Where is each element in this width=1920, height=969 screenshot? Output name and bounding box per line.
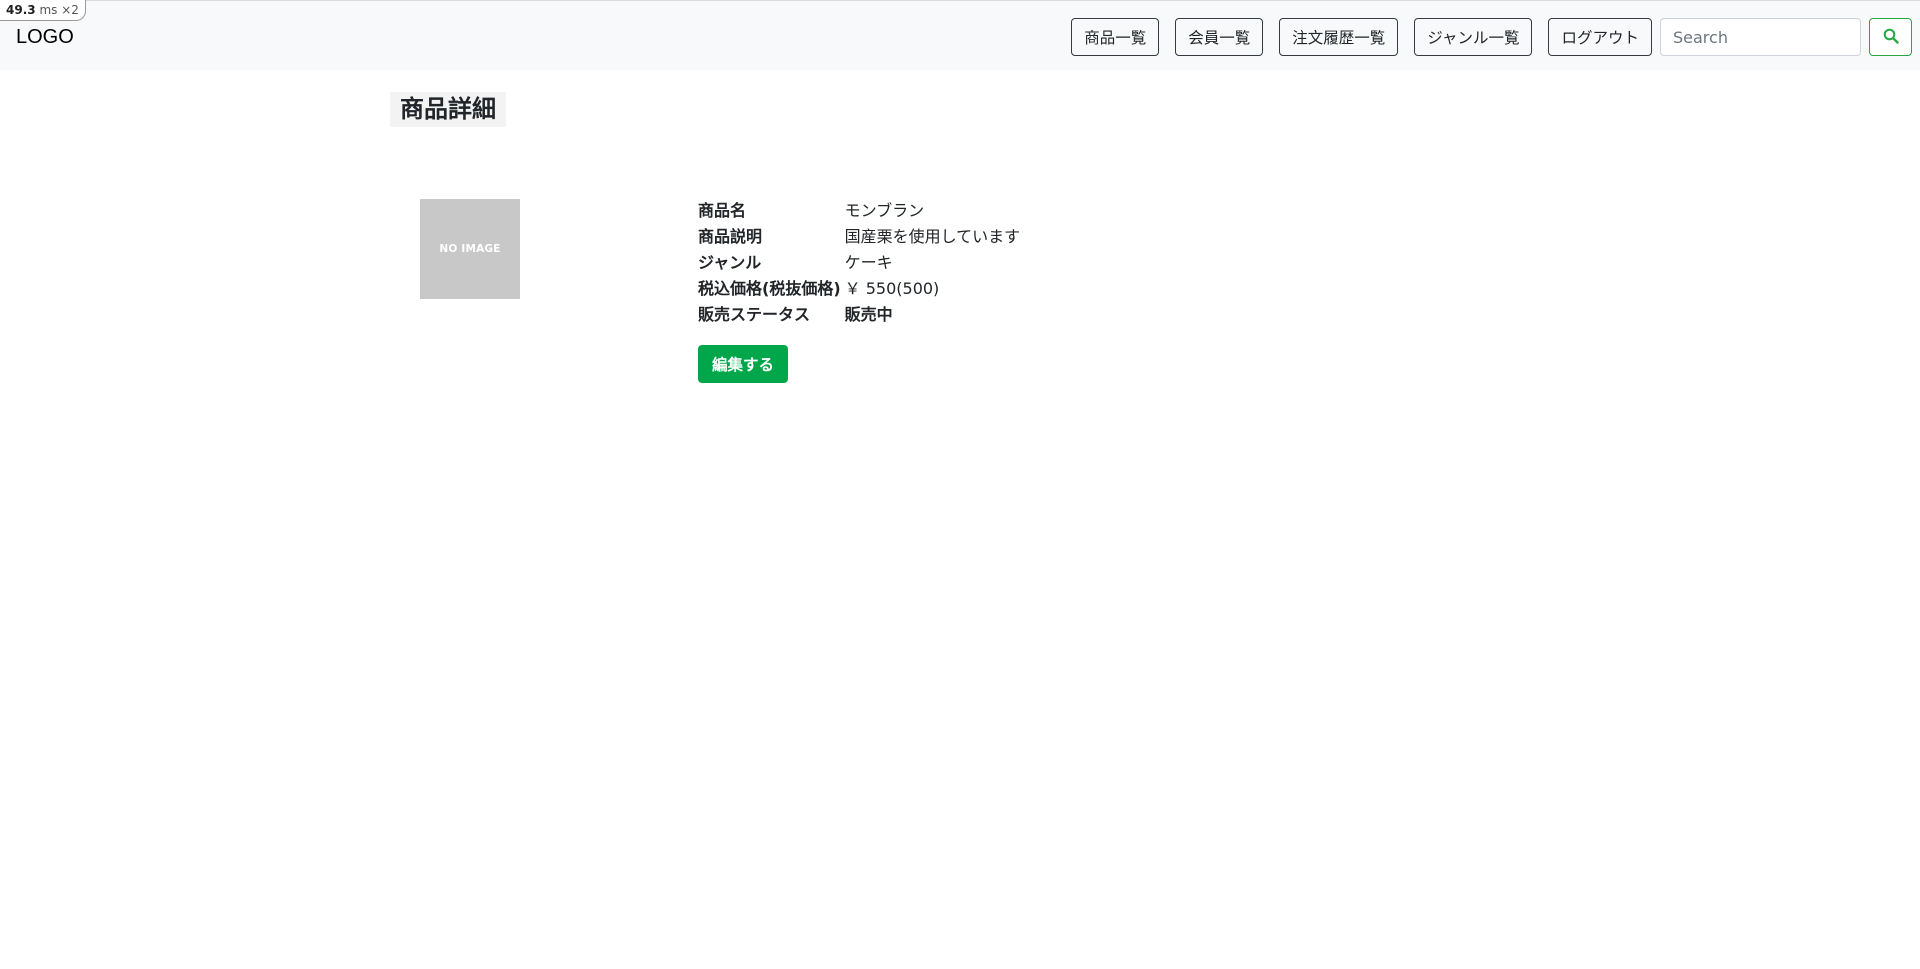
page-title: 商品詳細 [390, 92, 506, 127]
top-navbar: LOGO 商品一覧 会員一覧 注文履歴一覧 ジャンル一覧 ログアウト [0, 0, 1920, 70]
detail-value-name: モンブラン [844, 201, 925, 220]
nav-buttons: 商品一覧 会員一覧 注文履歴一覧 ジャンル一覧 ログアウト [1071, 18, 1912, 56]
detail-row-status: 販売ステータス 販売中 [698, 302, 1020, 328]
detail-value-price: ￥ 550(500) [844, 279, 940, 298]
product-image-placeholder: NO IMAGE [420, 199, 520, 299]
perf-multiplier: ×2 [61, 3, 79, 17]
detail-row-name: 商品名 モンブラン [698, 198, 1020, 224]
nav-products-button[interactable]: 商品一覧 [1071, 18, 1160, 56]
search-icon [1883, 28, 1899, 47]
perf-unit: ms [39, 3, 58, 17]
no-image-text: NO IMAGE [439, 243, 501, 255]
detail-label-status: 販売ステータス [698, 305, 811, 324]
logout-button[interactable]: ログアウト [1548, 18, 1652, 56]
detail-label-name: 商品名 [698, 201, 747, 220]
perf-value: 49.3 [6, 3, 36, 17]
nav-members-button[interactable]: 会員一覧 [1175, 18, 1264, 56]
detail-row-description: 商品説明 国産栗を使用しています [698, 224, 1020, 250]
detail-label-genre: ジャンル [698, 253, 762, 272]
perf-badge: 49.3 ms ×2 [0, 0, 86, 21]
detail-label-price: 税込価格(税抜価格) [698, 279, 841, 298]
detail-row-genre: ジャンル ケーキ [698, 250, 1020, 276]
status-badge: 販売中 [844, 305, 893, 324]
detail-value-genre: ケーキ [844, 253, 893, 272]
detail-label-description: 商品説明 [698, 227, 763, 246]
nav-order-history-button[interactable]: 注文履歴一覧 [1279, 18, 1399, 56]
product-detail-table: 商品名 モンブラン 商品説明 国産栗を使用しています ジャンル ケーキ 税込価格… [698, 198, 1020, 328]
logo-link[interactable]: LOGO [16, 25, 74, 49]
detail-value-description: 国産栗を使用しています [844, 227, 1021, 246]
edit-button[interactable]: 編集する [698, 345, 789, 383]
nav-genres-button[interactable]: ジャンル一覧 [1414, 18, 1533, 56]
detail-row-price: 税込価格(税抜価格) ￥ 550(500) [698, 276, 1020, 302]
search-button[interactable] [1869, 18, 1912, 56]
search-input[interactable] [1660, 18, 1861, 56]
